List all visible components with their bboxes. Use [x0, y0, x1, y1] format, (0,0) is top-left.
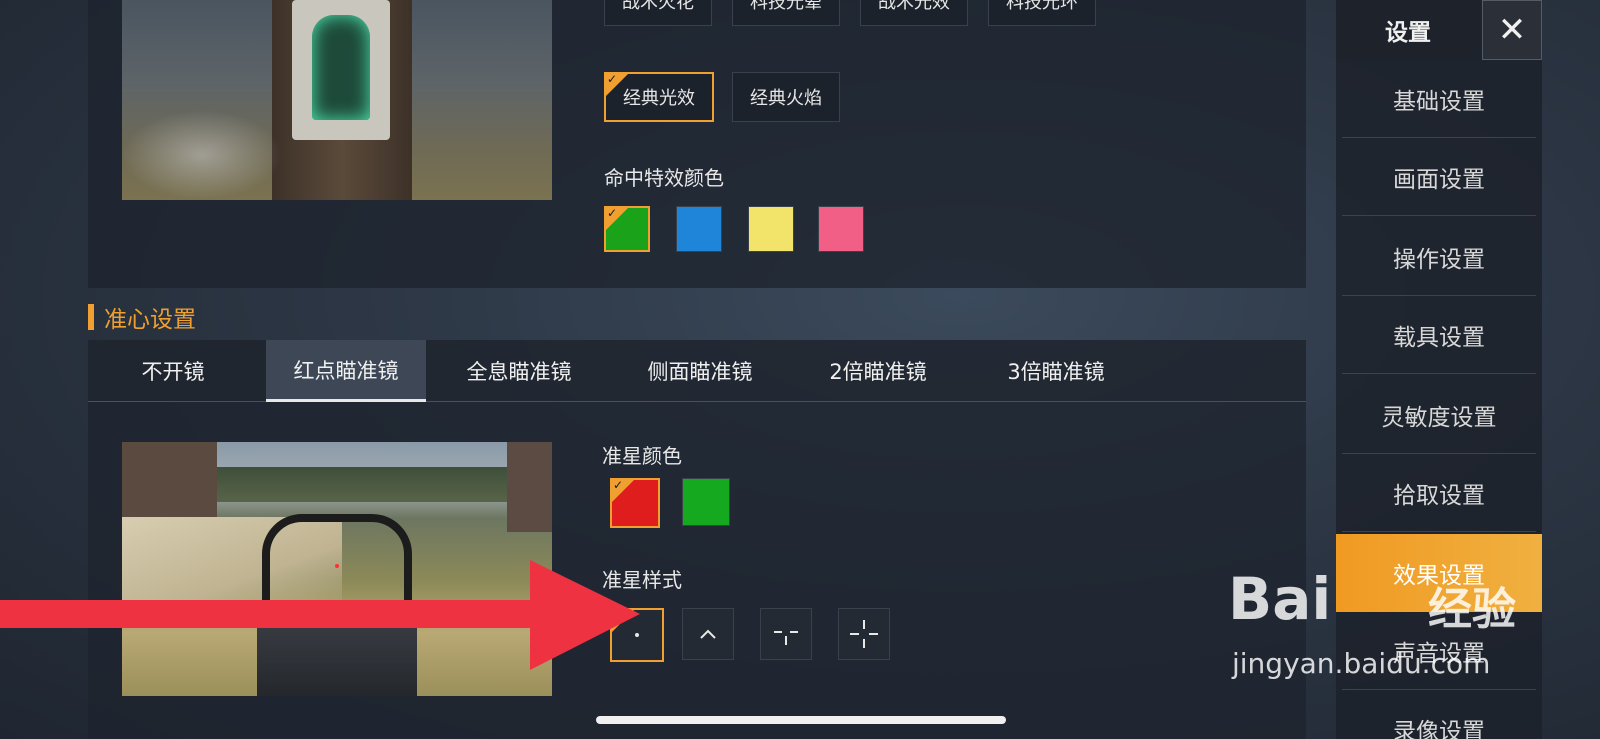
hit-color-blue[interactable] — [676, 206, 722, 252]
effect-option-tech-ring[interactable]: 科技光环 — [988, 0, 1096, 26]
hit-effect-preview-image — [122, 0, 552, 200]
tab-no-scope[interactable]: 不开镜 — [88, 340, 258, 402]
sidebar-item-vehicle[interactable]: 载具设置 — [1342, 296, 1536, 374]
hit-color-label: 命中特效颜色 — [604, 166, 724, 190]
crosshair-color-green[interactable] — [682, 478, 730, 526]
t-crosshair-icon — [774, 631, 798, 645]
watermark-url: jingyan.baidu.com — [1232, 647, 1491, 680]
home-indicator[interactable] — [596, 716, 1006, 724]
crosshair-color-label: 准星颜色 — [602, 444, 682, 468]
effect-option-classic-light[interactable]: 经典光效 — [604, 72, 714, 122]
sidebar-item-basic[interactable]: 基础设置 — [1342, 60, 1536, 138]
baidu-logo: Bai — [1228, 565, 1332, 633]
red-arrow-annotation — [0, 560, 640, 670]
selected-check-icon — [612, 478, 634, 502]
effect-option-tactical-light[interactable]: 战术光效 — [860, 0, 968, 26]
tab-side-scope[interactable]: 侧面瞄准镜 — [612, 340, 788, 402]
close-icon: ✕ — [1497, 10, 1527, 50]
crosshair-color-red[interactable] — [610, 478, 660, 528]
jingyan-logo-text: 经验 — [1428, 584, 1516, 635]
sidebar-item-graphics[interactable]: 画面设置 — [1342, 138, 1536, 216]
settings-title: 设置 — [1336, 0, 1480, 60]
tab-2x-scope[interactable]: 2倍瞄准镜 — [790, 340, 966, 402]
selected-check-icon — [606, 72, 628, 96]
hit-color-yellow[interactable] — [748, 206, 794, 252]
style-chevron[interactable] — [682, 608, 734, 660]
effect-option-classic-flame[interactable]: 经典火焰 — [732, 72, 840, 122]
chevron-up-icon — [700, 629, 716, 639]
hit-color-green[interactable] — [604, 206, 650, 252]
effect-option-tech-halo[interactable]: 科技光晕 — [732, 0, 840, 26]
tab-3x-scope[interactable]: 3倍瞄准镜 — [968, 340, 1144, 402]
effect-option-tactical-spark[interactable]: 战术火花 — [604, 0, 712, 26]
sidebar-item-controls[interactable]: 操作设置 — [1342, 218, 1536, 296]
style-t-crosshair[interactable] — [760, 608, 812, 660]
crosshair-section-title: 准心设置 — [88, 302, 196, 333]
cross-crosshair-icon — [850, 620, 878, 648]
hit-color-pink[interactable] — [818, 206, 864, 252]
sidebar-item-pickup[interactable]: 拾取设置 — [1342, 454, 1536, 532]
style-cross-crosshair[interactable] — [838, 608, 890, 660]
close-button[interactable]: ✕ — [1482, 0, 1542, 60]
scope-tabs: 不开镜 红点瞄准镜 全息瞄准镜 侧面瞄准镜 2倍瞄准镜 3倍瞄准镜 — [88, 340, 1306, 402]
selected-check-icon — [606, 206, 628, 230]
baidu-jingyan-watermark: Bai 经验 jingyan.baidu.com — [1228, 565, 1528, 705]
tab-holographic[interactable]: 全息瞄准镜 — [434, 340, 604, 402]
sidebar-item-sensitivity[interactable]: 灵敏度设置 — [1342, 376, 1536, 454]
tab-red-dot[interactable]: 红点瞄准镜 — [266, 340, 426, 402]
